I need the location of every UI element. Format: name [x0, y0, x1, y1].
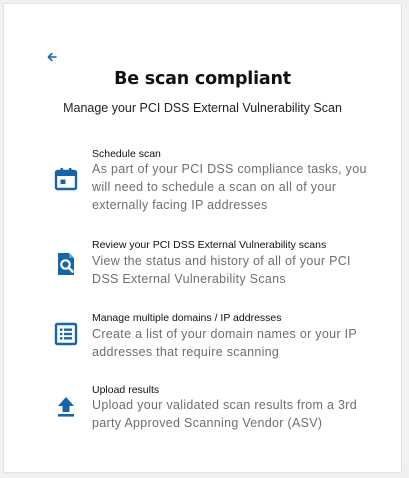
feature-description-line: externally facing IP addresses [92, 198, 268, 212]
feature-description: Create a list of your domain names or yo… [92, 325, 372, 361]
feature-title: Schedule scan [92, 148, 161, 160]
list-icon [54, 322, 78, 346]
feature-description-line: DSS External Vulnerability Scans [92, 272, 286, 286]
back-button[interactable] [44, 49, 60, 65]
feature-description: As part of your PCI DSS compliance tasks… [92, 160, 372, 214]
upload-icon [58, 397, 74, 417]
feature-title: Review your PCI DSS External Vulnerabili… [92, 239, 327, 251]
feature-title: Upload results [92, 384, 160, 396]
feature-description-line: party Approved Scanning Vendor (ASV) [92, 416, 323, 430]
feature-description-line: Upload your validated scan results from … [92, 398, 358, 412]
document-search-icon [58, 253, 74, 275]
calendar-icon [54, 168, 78, 191]
feature-description-line: View the status and history of all of yo… [92, 254, 351, 268]
onboarding-card: Be scan compliant Manage your PCI DSS Ex… [3, 3, 402, 473]
feature-description-line: will need to schedule a scan on all of y… [92, 180, 337, 194]
feature-description-line: As part of your PCI DSS compliance tasks… [92, 162, 367, 176]
feature-description: View the status and history of all of yo… [92, 252, 372, 288]
arrow-left-icon [47, 52, 57, 62]
feature-title: Manage multiple domains / IP addresses [92, 312, 282, 324]
page-title: Be scan compliant [114, 69, 291, 89]
feature-description: Upload your validated scan results from … [92, 396, 372, 432]
feature-description-line: Create a list of your domain names or yo… [92, 327, 358, 341]
feature-description-line: addresses that require scanning [92, 345, 280, 359]
page-subtitle: Manage your PCI DSS External Vulnerabili… [63, 101, 342, 115]
